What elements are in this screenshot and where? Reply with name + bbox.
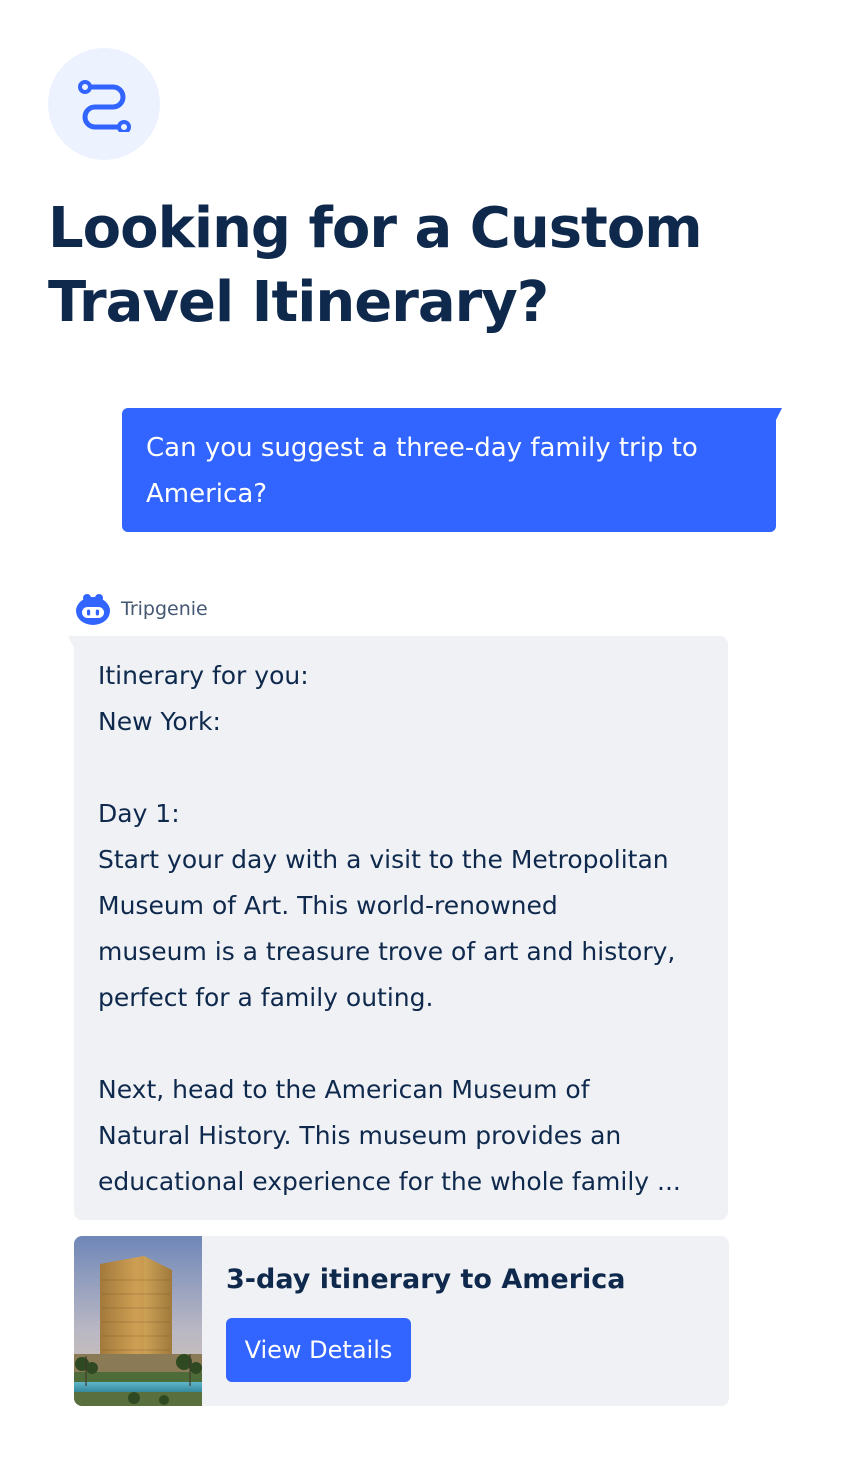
bot-message-line: Next, head to the American Museum of <box>98 1075 590 1104</box>
bot-message-line <box>98 745 706 791</box>
page: Looking for a Custom Travel Itinerary? C… <box>0 0 850 1480</box>
bot-message-line: Day 1: <box>98 799 180 828</box>
route-icon <box>78 80 131 132</box>
bot-header: Tripgenie <box>75 591 208 627</box>
user-message-line: America? <box>146 479 268 509</box>
bot-message-line: perfect for a family outing. <box>98 983 434 1012</box>
bot-message-line: Start your day with a visit to the Metro… <box>98 845 669 874</box>
page-title-line-1: Looking for a Custom <box>48 196 703 261</box>
bot-message-line <box>98 1021 706 1067</box>
page-title: Looking for a Custom Travel Itinerary? <box>48 192 808 340</box>
robot-icon <box>76 594 110 625</box>
bot-message-bubble: Itinerary for you: New York: Day 1: Star… <box>68 636 728 1220</box>
bot-message-line: museum is a treasure trove of art and hi… <box>98 937 676 966</box>
bot-message-line: Natural History. This museum provides an <box>98 1121 622 1150</box>
logo-badge <box>48 48 160 160</box>
bot-name: Tripgenie <box>121 598 208 620</box>
page-title-line-2: Travel Itinerary? <box>48 270 549 335</box>
user-message-bubble: Can you suggest a three-day family trip … <box>122 408 782 532</box>
itinerary-card[interactable]: 3-day itinerary to America View Details <box>74 1236 729 1406</box>
itinerary-card-title: 3-day itinerary to America <box>226 1264 626 1295</box>
bot-message-line: Itinerary for you: <box>98 661 309 690</box>
hotel-photo <box>74 1236 202 1406</box>
user-message-line: Can you suggest a three-day family trip … <box>146 433 698 463</box>
bot-message-line: New York: <box>98 707 221 736</box>
bot-message-line: educational experience for the whole fam… <box>98 1167 681 1196</box>
view-details-button[interactable]: View Details <box>226 1318 411 1382</box>
bot-message-line: Museum of Art. This world-renowned <box>98 891 558 920</box>
bot-bubble-tail <box>68 636 74 648</box>
user-bubble-tail <box>776 408 782 420</box>
